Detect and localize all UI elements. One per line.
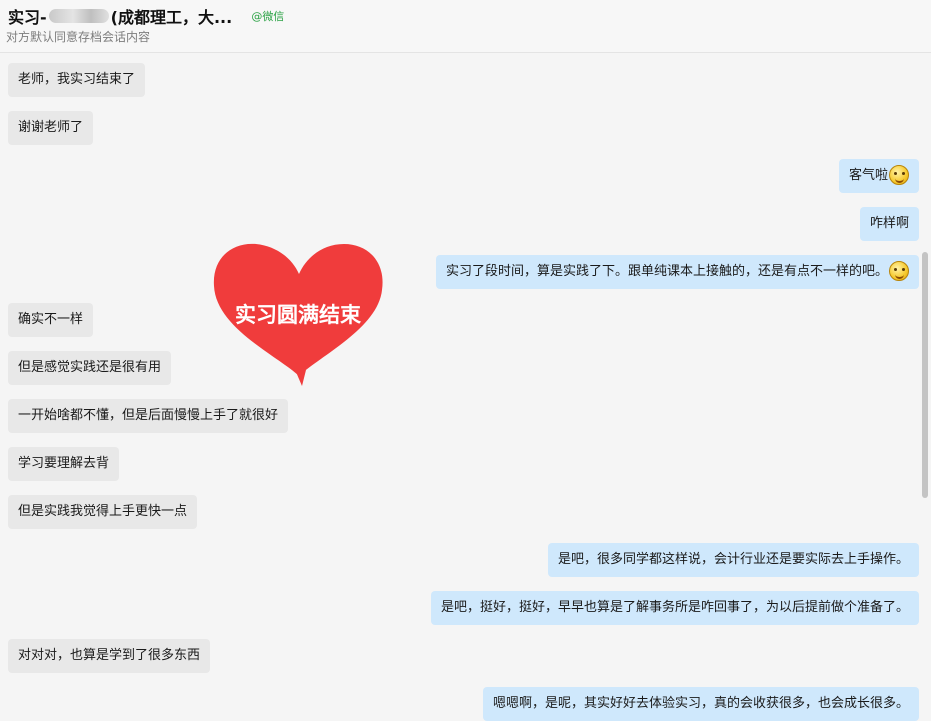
- wechat-source-tag: @微信: [251, 10, 285, 23]
- message-text: 学习要理解去背: [18, 456, 110, 471]
- message-bubble[interactable]: 客气啦: [838, 159, 919, 193]
- message-text: 但是感觉实践还是很有用: [18, 360, 162, 375]
- message-bubble[interactable]: 嗯嗯啊，是呢，其实好好去体验实习，真的会收获很多，也会成长很多。: [482, 687, 919, 721]
- message-text: 嗯嗯啊，是呢，其实好好去体验实习，真的会收获很多，也会成长很多。: [492, 696, 909, 711]
- message-bubble[interactable]: 谢谢老师了: [8, 111, 94, 145]
- message-text: 确实不一样: [18, 312, 84, 327]
- message-bubble[interactable]: 是吧，挺好，挺好，早早也算是了解事务所是咋回事了，为以后提前做个准备了。: [430, 591, 919, 625]
- message-bubble[interactable]: 学习要理解去背: [8, 447, 120, 481]
- message-bubble[interactable]: 是吧，很多同学都这样说，会计行业还是要实际去上手操作。: [547, 543, 919, 577]
- message-text: 一开始啥都不懂，但是后面慢慢上手了就很好: [18, 408, 279, 423]
- redacted-name: [48, 9, 109, 23]
- chat-header: 实习- (成都理工，大... @微信 对方默认同意存档会话内容: [0, 0, 931, 53]
- message-bubble[interactable]: 对对对，也算是学到了很多东西: [8, 639, 211, 673]
- chat-title-prefix: 实习-: [8, 8, 47, 27]
- chat-scrollbar[interactable]: [922, 252, 928, 498]
- message-bubble[interactable]: 一开始啥都不懂，但是后面慢慢上手了就很好: [8, 399, 289, 433]
- message-text: 是吧，挺好，挺好，早早也算是了解事务所是咋回事了，为以后提前做个准备了。: [440, 600, 909, 615]
- message-bubble[interactable]: 但是感觉实践还是很有用: [8, 351, 172, 385]
- chat-title-row[interactable]: 实习- (成都理工，大... @微信: [8, 4, 285, 27]
- message-text: 老师，我实习结束了: [18, 72, 136, 87]
- message-text: 对对对，也算是学到了很多东西: [18, 648, 201, 663]
- message-text: 咋样啊: [869, 216, 909, 231]
- message-text: 是吧，很多同学都这样说，会计行业还是要实际去上手操作。: [557, 552, 909, 567]
- archive-notice: 对方默认同意存档会话内容: [6, 30, 151, 44]
- chat-title-suffix: (成都理工，大...: [110, 8, 233, 27]
- message-bubble[interactable]: 但是实践我觉得上手更快一点: [8, 495, 198, 529]
- message-text: 客气啦: [848, 168, 888, 183]
- message-bubble[interactable]: 确实不一样: [8, 303, 94, 337]
- message-bubble[interactable]: 老师，我实习结束了: [8, 63, 146, 97]
- heart-sticker[interactable]: 实习圆满结束: [208, 236, 390, 388]
- smile-emoji-icon: [889, 164, 909, 185]
- sticker-text: 实习圆满结束: [235, 303, 362, 327]
- message-bubble[interactable]: 实习了段时间，算是实践了下。跟单纯课本上接触的，还是有点不一样的吧。: [435, 255, 919, 289]
- message-text: 但是实践我觉得上手更快一点: [18, 504, 188, 519]
- smile-emoji-icon: [889, 260, 909, 281]
- message-text: 谢谢老师了: [18, 120, 84, 135]
- message-text: 实习了段时间，算是实践了下。跟单纯课本上接触的，还是有点不一样的吧。: [445, 264, 888, 279]
- heart-tail: [296, 370, 306, 386]
- message-bubble[interactable]: 咋样啊: [859, 207, 919, 241]
